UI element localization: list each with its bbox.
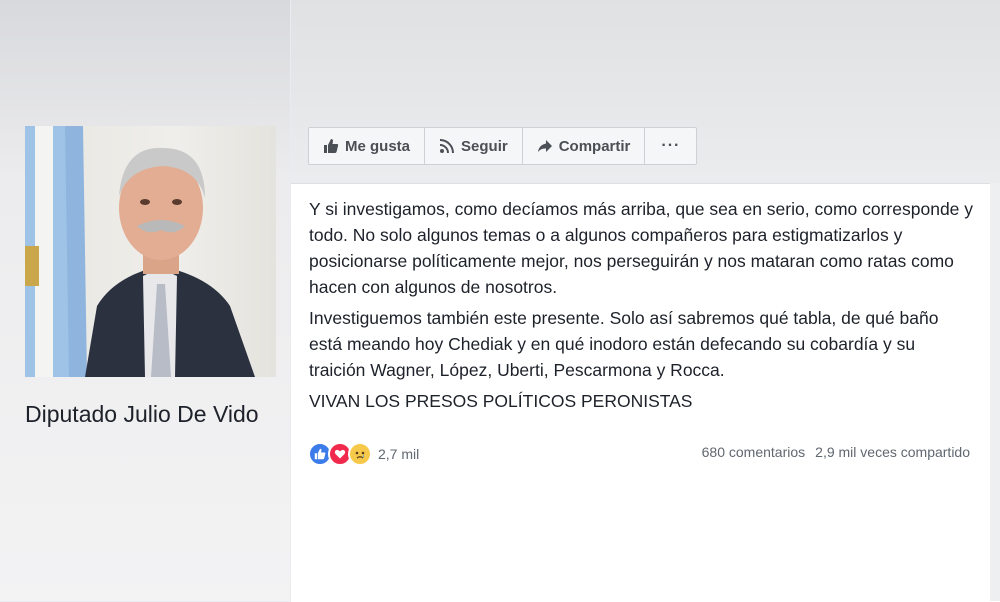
post-card: Y si investigamos, como decíamos más arr… <box>291 183 1000 602</box>
page-title[interactable]: Diputado Julio De Vido <box>25 396 275 432</box>
right-gutter <box>990 183 1000 601</box>
post-paragraph-3: VIVAN LOS PRESOS POLÍTICOS PERONISTAS <box>309 391 693 411</box>
share-button[interactable]: Compartir <box>523 128 646 164</box>
profile-photo-image <box>25 126 255 377</box>
rss-follow-icon <box>439 139 455 154</box>
like-button[interactable]: Me gusta <box>309 128 426 164</box>
more-options-button[interactable]: ··· <box>645 128 696 164</box>
more-options-icon: ··· <box>661 137 681 154</box>
post-stats: 680 comentarios 2,9 mil veces compartido <box>702 444 970 460</box>
share-arrow-icon <box>537 140 552 152</box>
shares-count[interactable]: 2,9 mil veces compartido <box>815 444 970 460</box>
reaction-count[interactable]: 2,7 mil <box>378 446 419 462</box>
reactions-summary[interactable]: 2,7 mil <box>308 442 419 466</box>
share-button-label: Compartir <box>558 137 631 155</box>
like-button-label: Me gusta <box>345 137 411 155</box>
follow-button-label: Seguir <box>461 137 508 155</box>
post-paragraph-2: Investiguemos también este presente. Sol… <box>309 308 939 380</box>
profile-photo[interactable] <box>25 126 276 377</box>
page-sidebar: Diputado Julio De Vido <box>0 0 290 601</box>
thumbs-up-icon <box>324 139 339 153</box>
follow-button[interactable]: Seguir <box>425 128 523 164</box>
post-paragraph-1: Y si investigamos, como decíamos más arr… <box>309 199 974 297</box>
post-body: Y si investigamos, como decíamos más arr… <box>309 196 974 419</box>
page-action-bar: Me gusta Seguir Compartir ··· <box>308 127 698 165</box>
sad-reaction-icon <box>348 442 372 466</box>
comments-count[interactable]: 680 comentarios <box>702 444 806 460</box>
